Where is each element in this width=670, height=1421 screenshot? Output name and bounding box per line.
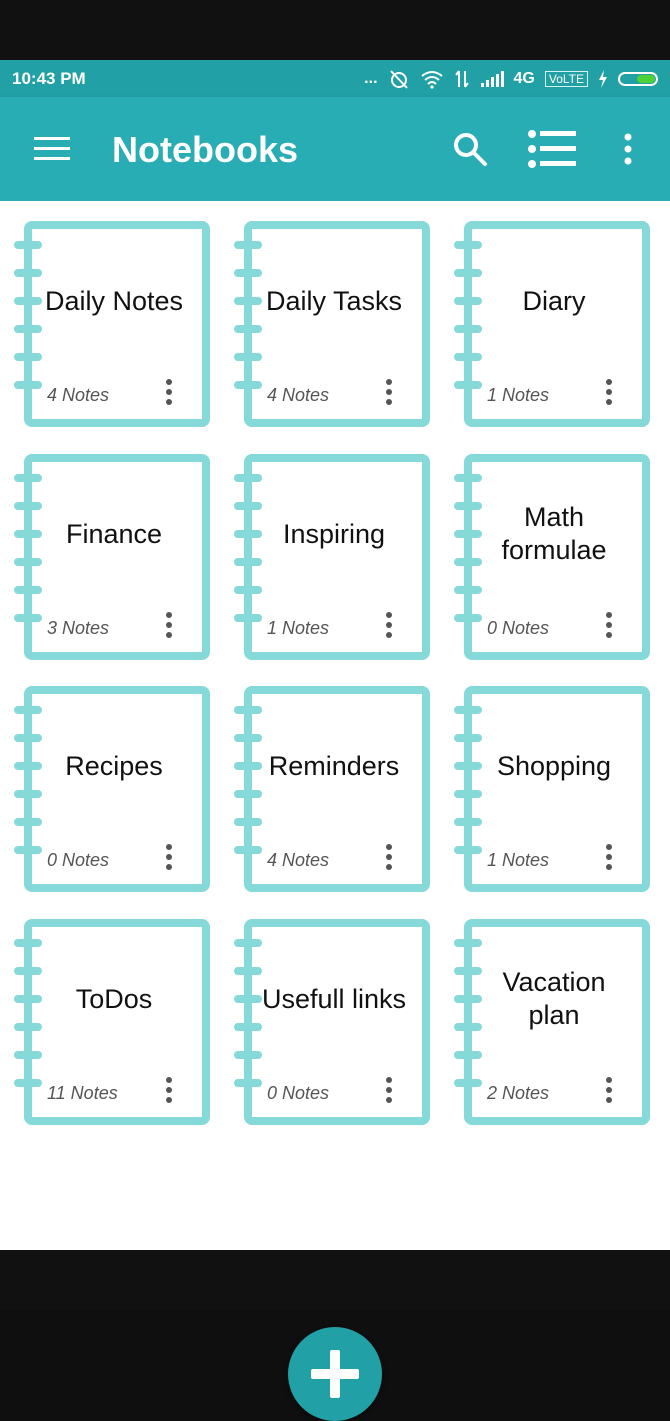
notebook-title: Recipes <box>65 750 163 781</box>
wifi-icon <box>420 71 443 89</box>
binder-ring <box>454 614 482 622</box>
notebook-title: Vacation plan <box>502 967 606 1030</box>
list-view-icon[interactable] <box>528 129 578 169</box>
notebook-note-count: 2 Notes <box>487 1083 550 1103</box>
binder-ring <box>234 1079 262 1087</box>
notebook-note-count: 0 Notes <box>267 1083 330 1103</box>
notebook-title: Inspiring <box>282 518 386 549</box>
notebook-note-count: 1 Notes <box>487 385 550 405</box>
notebook-card[interactable]: ToDos 11 Notes <box>14 919 214 1131</box>
binder-ring <box>14 1079 42 1087</box>
notebook-note-count: 3 Notes <box>47 618 110 638</box>
page-title: Notebooks <box>112 129 299 170</box>
status-bar: 10:43 PM ... 4G VoLTE <box>0 60 670 97</box>
notebook-note-count: 1 Notes <box>487 850 550 870</box>
more-options-icon[interactable] <box>618 131 638 167</box>
notebook-note-count: 11 Notes <box>47 1083 118 1103</box>
notebook-note-count: 0 Notes <box>47 850 110 870</box>
notebook-card[interactable]: Shopping 1 Notes <box>454 686 654 898</box>
status-time: 10:43 PM <box>12 69 86 88</box>
notebook-more-icon[interactable] <box>598 842 622 872</box>
notebook-title: Diary <box>522 285 586 316</box>
network-type: 4G <box>513 70 535 87</box>
notebook-more-icon[interactable] <box>158 377 182 407</box>
data-transfer-icon <box>454 70 469 88</box>
binder-ring <box>14 846 42 854</box>
notebook-title: Usefull links <box>261 983 407 1014</box>
binder-ring <box>234 614 262 622</box>
notebook-more-icon[interactable] <box>378 377 402 407</box>
binder-ring <box>454 1079 482 1087</box>
binder-ring <box>234 846 262 854</box>
status-icons: ... 4G VoLTE <box>364 66 658 92</box>
notebook-more-icon[interactable] <box>378 1075 402 1105</box>
notebook-title: Reminders <box>268 750 400 781</box>
volte-badge: VoLTE <box>544 71 588 87</box>
notebook-note-count: 4 Notes <box>267 850 330 870</box>
notebook-card[interactable]: Math formulae 0 Notes <box>454 454 654 666</box>
notebook-card[interactable]: Vacation plan 2 Notes <box>454 919 654 1131</box>
binder-ring <box>234 381 262 389</box>
notebook-grid-area: Daily Notes 4 Notes Daily Tasks 4 Notes Diar… <box>0 201 670 1421</box>
menu-icon[interactable] <box>34 137 70 161</box>
notebook-more-icon[interactable] <box>598 610 622 640</box>
bottom-system-area <box>0 1250 670 1310</box>
charging-icon <box>599 70 607 88</box>
notebook-more-icon[interactable] <box>158 610 182 640</box>
notebook-card[interactable]: Finance 3 Notes <box>14 454 214 666</box>
alarm-off-icon <box>389 70 408 89</box>
binder-ring <box>14 614 42 622</box>
notebook-card[interactable]: Recipes 0 Notes <box>14 686 214 898</box>
notebook-note-count: 4 Notes <box>267 385 330 405</box>
notebook-more-icon[interactable] <box>378 610 402 640</box>
notebook-note-count: 0 Notes <box>487 618 550 638</box>
notebook-title: Shopping <box>496 750 612 781</box>
notebook-note-count: 4 Notes <box>47 385 110 405</box>
app-bar: Notebooks <box>0 97 670 201</box>
more-notifications-icon: ... <box>364 70 378 87</box>
signal-icon <box>480 71 504 87</box>
add-notebook-button[interactable] <box>288 1327 382 1421</box>
notebook-more-icon[interactable] <box>598 377 622 407</box>
notebook-title: Daily Notes <box>44 285 184 316</box>
notebook-more-icon[interactable] <box>158 1075 182 1105</box>
notebook-card[interactable]: Inspiring 1 Notes <box>234 454 434 666</box>
notebook-title: Daily Tasks <box>265 285 403 316</box>
search-icon[interactable] <box>452 131 488 167</box>
top-system-area <box>0 0 670 60</box>
notebook-card[interactable]: Reminders 4 Notes <box>234 686 434 898</box>
notebook-more-icon[interactable] <box>598 1075 622 1105</box>
notebook-card[interactable]: Usefull links 0 Notes <box>234 919 434 1131</box>
notebook-title: Math formulae <box>501 502 607 565</box>
binder-ring <box>454 846 482 854</box>
notebook-more-icon[interactable] <box>378 842 402 872</box>
notebook-card[interactable]: Diary 1 Notes <box>454 221 654 433</box>
battery-icon <box>618 72 658 86</box>
binder-ring <box>14 381 42 389</box>
notebook-card[interactable]: Daily Notes 4 Notes <box>14 221 214 433</box>
notebook-note-count: 1 Notes <box>267 618 330 638</box>
notebook-card[interactable]: Daily Tasks 4 Notes <box>234 221 434 433</box>
binder-ring <box>454 381 482 389</box>
notebook-title: ToDos <box>75 983 153 1014</box>
notebook-title: Finance <box>65 518 163 549</box>
notebook-more-icon[interactable] <box>158 842 182 872</box>
